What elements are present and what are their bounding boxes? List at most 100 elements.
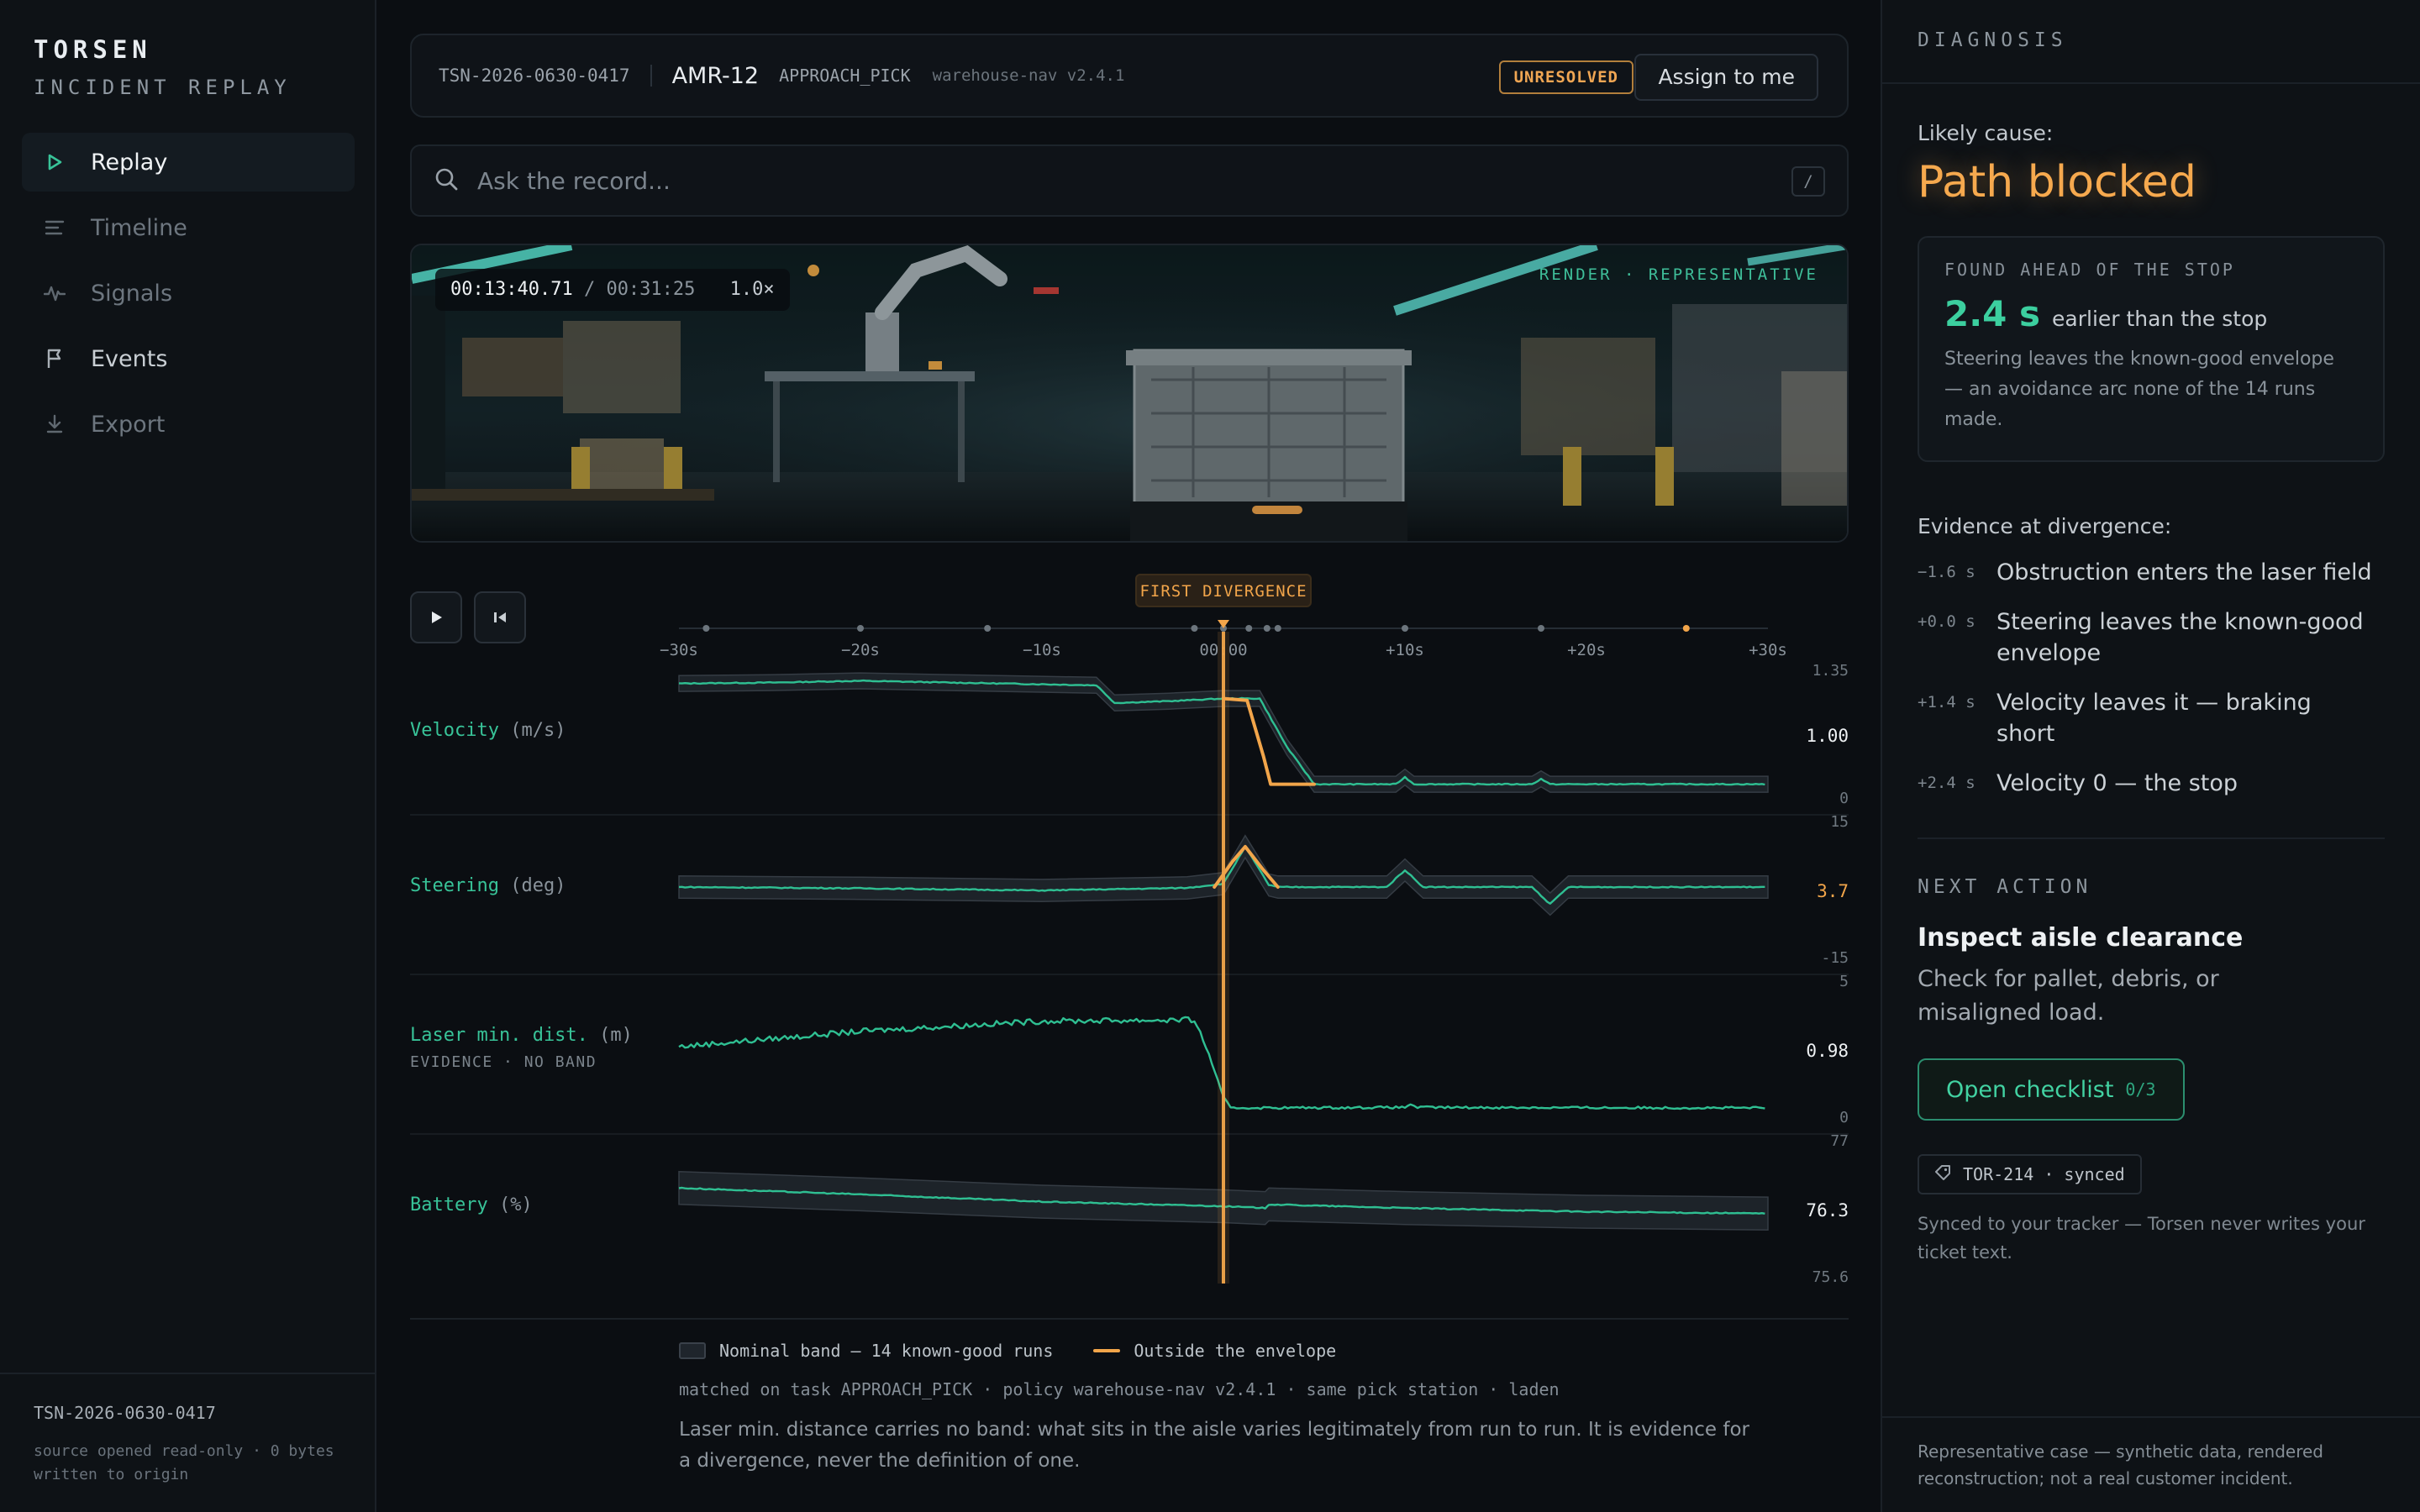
nav-label: Export [91, 411, 166, 438]
sidebar: TORSEN INCIDENT REPLAY Replay Timeline S… [0, 0, 376, 1512]
event-mark [1682, 625, 1690, 632]
open-checklist-button[interactable]: Open checklist 0/3 [1918, 1058, 2185, 1121]
timeline-icon [44, 217, 66, 239]
main-nav: Replay Timeline Signals Events Export [22, 133, 355, 460]
evidence-label: Evidence at divergence: [1918, 514, 2172, 538]
event-mark [857, 625, 864, 632]
evidence-text: Obstruction enters the laser field [1996, 559, 2372, 585]
y-tick-label: 77 [1830, 1132, 1849, 1150]
found-suffix: earlier than the stop [2052, 307, 2268, 331]
download-icon [44, 413, 66, 435]
likely-cause: Path blocked [1918, 157, 2196, 207]
nav-label: Signals [91, 280, 173, 307]
current-time: 00:13:40.71 [450, 279, 573, 300]
divider [650, 65, 652, 87]
nav-item-export[interactable]: Export [22, 395, 355, 454]
x-tick-label: −30s [660, 641, 698, 659]
evidence-time: +1.4 s [1918, 693, 1975, 711]
band-explanation: Laser min. distance carries no band: wha… [679, 1419, 1750, 1472]
video-viewport[interactable]: 00:13:40.71 / 00:31:25 1.0× RENDER · REP… [410, 244, 1849, 543]
current-value: 3.7 [1817, 881, 1849, 901]
evidence-item[interactable]: +2.4 s Velocity 0 — the stop [1918, 768, 2385, 799]
nav-item-replay[interactable]: Replay [22, 133, 355, 192]
evidence-item[interactable]: −1.6 s Obstruction enters the laser fiel… [1918, 557, 2385, 588]
footer-note: source opened read-only · 0 bytes writte… [34, 1442, 334, 1483]
ticket-label: TOR-214 · synced [1963, 1164, 2125, 1184]
chart-plot[interactable]: −30s−20s−10s00:00+10s+20s+30sFIRST DIVER… [410, 571, 1849, 1327]
x-tick-label: +20s [1567, 641, 1606, 659]
tag-icon [1934, 1164, 1951, 1185]
incident-id[interactable]: TSN-2026-0630-0417 [439, 66, 630, 86]
y-tick-label: 75.6 [1812, 1268, 1849, 1286]
diagnosis-footer: Representative case — synthetic data, re… [1882, 1416, 2420, 1512]
next-action-description: Check for pallet, debris, or misaligned … [1918, 966, 2219, 1026]
event-mark [1191, 625, 1198, 632]
nav-item-signals[interactable]: Signals [22, 264, 355, 323]
event-mark [1263, 625, 1270, 632]
signal-chart: Velocity (m/s) Steering (deg) Laser min. d… [410, 571, 1849, 1472]
ask-record-input[interactable]: Ask the record... / [410, 144, 1849, 217]
y-tick-label: 15 [1830, 813, 1849, 831]
likely-cause-label: Likely cause: [1918, 121, 2054, 145]
ticket-chip[interactable]: TOR-214 · synced [1918, 1154, 2142, 1194]
footer-incident-id: TSN-2026-0630-0417 [34, 1403, 216, 1423]
y-tick-label: -15 [1821, 949, 1849, 967]
playback-speed[interactable]: 1.0× [730, 279, 775, 300]
incident-header: TSN-2026-0630-0417 AMR-12 APPROACH_PICK … [410, 34, 1849, 118]
event-mark [984, 625, 992, 632]
play-icon [44, 151, 66, 173]
pulse-icon [44, 282, 66, 304]
found-label: FOUND AHEAD OF THE STOP [1944, 260, 2235, 280]
current-value: 1.00 [1806, 726, 1849, 746]
flag-icon [44, 348, 66, 370]
brand-subtitle: INCIDENT REPLAY [34, 76, 292, 99]
event-mark [1245, 625, 1253, 632]
ask-placeholder: Ask the record... [477, 166, 671, 195]
checklist-label: Open checklist [1946, 1076, 2114, 1103]
playback-time: 00:13:40.71 / 00:31:25 1.0× [435, 269, 790, 311]
evidence-list: −1.6 s Obstruction enters the laser fiel… [1918, 557, 2385, 799]
x-tick-label: −20s [841, 641, 880, 659]
x-tick-label: +30s [1749, 641, 1787, 659]
x-tick-label: −10s [1023, 641, 1061, 659]
robot-name: AMR-12 [671, 62, 760, 89]
legend-outside-label: Outside the envelope [1134, 1341, 1337, 1361]
evidence-text: Steering leaves the known-good envelope [1996, 609, 2364, 666]
total-time: / 00:31:25 [583, 279, 696, 300]
y-tick-label: 1.35 [1812, 662, 1849, 680]
nav-label: Timeline [91, 214, 187, 241]
nav-item-events[interactable]: Events [22, 329, 355, 388]
legend-band-swatch [679, 1342, 706, 1359]
policy-version: warehouse-nav v2.4.1 [932, 66, 1125, 85]
divergence-pointer [1218, 620, 1229, 628]
y-tick-label: 0 [1839, 790, 1849, 807]
evidence-item[interactable]: +1.4 s Velocity leaves it — braking shor… [1918, 687, 2385, 749]
event-mark [1538, 625, 1544, 632]
evidence-text: Velocity 0 — the stop [1996, 770, 2238, 796]
next-action-label: NEXT ACTION [1918, 876, 2092, 898]
render-tag: RENDER · REPRESENTATIVE [1539, 265, 1818, 284]
current-value: 0.98 [1806, 1041, 1849, 1061]
nav-label: Events [91, 345, 168, 372]
legend-outside-swatch [1093, 1349, 1121, 1352]
evidence-time: +0.0 s [1918, 612, 1975, 631]
x-tick-label: +10s [1386, 641, 1424, 659]
brand-name: TORSEN [34, 35, 152, 64]
shortcut-key: / [1791, 166, 1825, 197]
found-ahead-card: FOUND AHEAD OF THE STOP 2.4 s earlier th… [1918, 236, 2385, 462]
nav-item-timeline[interactable]: Timeline [22, 198, 355, 257]
event-mark [1402, 625, 1408, 632]
divergence-label: FIRST DIVERGENCE [1139, 582, 1307, 601]
assign-button[interactable]: Assign to me [1634, 54, 1818, 101]
chart-legend: Nominal band — 14 known-good runs Outsid… [679, 1341, 1336, 1361]
evidence-time: +2.4 s [1918, 774, 1975, 792]
divider [1918, 837, 2385, 839]
current-value: 76.3 [1806, 1200, 1849, 1221]
y-tick-label: 0 [1839, 1109, 1849, 1126]
brand: TORSEN INCIDENT REPLAY [34, 35, 292, 99]
task-name: APPROACH_PICK [779, 66, 911, 86]
diagnosis-heading: DIAGNOSIS [1882, 0, 2420, 84]
sidebar-footer: TSN-2026-0630-0417 source opened read-on… [0, 1373, 375, 1512]
evidence-item[interactable]: +0.0 s Steering leaves the known-good en… [1918, 606, 2385, 669]
match-criteria: matched on task APPROACH_PICK · policy w… [679, 1379, 1560, 1399]
